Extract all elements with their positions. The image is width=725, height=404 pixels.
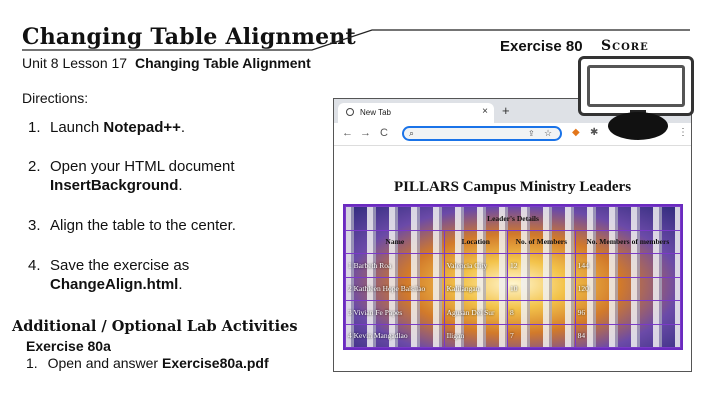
table-cell: 120 (574, 276, 681, 301)
step-number: 1. (28, 119, 41, 136)
step-end: . (180, 119, 186, 136)
exercise-80a-label: Exercise 80a (26, 338, 111, 354)
column-header: No. of Members (507, 229, 576, 254)
star-icon[interactable]: ☆ (544, 128, 552, 139)
step-4: 4. Save the exercise as ChangeAlign.html. (28, 256, 189, 294)
step-bold: Exercise80a.pdf (161, 355, 269, 371)
score-text: Score (601, 38, 649, 54)
step-2: 2. Open your HTML document InsertBackgrou… (28, 157, 235, 195)
back-icon[interactable]: ← (342, 127, 353, 139)
leaders-table-container: Leader's Details Name Location No. of Me… (343, 204, 683, 350)
new-tab-button[interactable]: + (502, 103, 510, 118)
table-cell: 2 Kathleen Hope Balsilao (345, 276, 445, 301)
step-text: Align the table to the center. (50, 217, 236, 234)
search-icon: ⌕ (409, 128, 415, 138)
exercise-80a-step: 1. Open and answer Exercise80a.pdf (26, 355, 269, 371)
close-tab-icon[interactable]: × (482, 106, 488, 117)
share-icon[interactable]: ⇪ (528, 129, 535, 138)
step-1: 1. Launch Notepad++. (28, 118, 185, 137)
column-header: Location (443, 229, 509, 254)
step-number: 3. (28, 217, 41, 234)
address-bar[interactable]: ⌕ ⇪ ☆ (402, 126, 562, 141)
table-row: 3 Vivian Fe Papes Agusan Del Sur 8 96 (345, 300, 681, 325)
puzzle-icon[interactable]: ✱ (590, 127, 598, 138)
lesson-name: Changing Table Alignment (134, 55, 311, 71)
leaders-table: Leader's Details Name Location No. of Me… (345, 206, 681, 348)
exercise-number: Exercise 80 (500, 38, 583, 55)
fox-extension-icon[interactable]: ◆ (572, 127, 580, 138)
column-header: Name (345, 229, 445, 254)
reload-icon[interactable]: C (380, 127, 388, 139)
menu-dots-icon[interactable]: ⋮ (678, 127, 688, 138)
step-bold: Notepad++ (103, 119, 181, 136)
table-row: 4 Kevin Mangadlao Iligan 7 84 (345, 323, 681, 348)
monitor-icon (578, 56, 694, 116)
lesson-unit: Unit 8 Lesson 17 (22, 55, 128, 71)
forward-icon[interactable]: → (360, 127, 371, 139)
monitor-screen (587, 65, 685, 107)
table-cell: 8 (507, 300, 576, 325)
table-cell: 84 (574, 323, 681, 348)
step-text: Launch (50, 119, 104, 136)
table-cell: 144 (574, 253, 681, 278)
step-text: Open and answer (47, 355, 162, 371)
table-row: 1 Barbeth Roa Valencia City 12 144 (345, 253, 681, 278)
table-header-row: Name Location No. of Members No. Members… (345, 229, 681, 254)
table-cell: 1 Barbeth Roa (345, 253, 445, 278)
tab-new-tab[interactable]: New Tab × (338, 103, 494, 123)
additional-activities-heading: Additional / Optional Lab Activities (12, 318, 298, 335)
step-number: 2. (28, 158, 41, 175)
step-text: Save the exercise as (50, 257, 190, 274)
globe-icon (346, 108, 354, 116)
table-cell: 3 Vivian Fe Papes (345, 300, 445, 325)
table-cell: Iligan (443, 323, 509, 348)
step-3: 3. Align the table to the center. (28, 216, 236, 235)
table-cell: Kalilangan (443, 276, 509, 301)
step-bold: InsertBackground (50, 177, 179, 194)
table-caption-row: Leader's Details (345, 206, 681, 231)
step-end: . (178, 177, 183, 194)
step-number: 4. (28, 257, 41, 274)
directions-label: Directions: (22, 90, 89, 106)
table-cell: 96 (574, 300, 681, 325)
table-cell: 12 (507, 253, 576, 278)
table-cell: 10 (507, 276, 576, 301)
table-cell: Agusan Del Sur (443, 300, 509, 325)
table-caption: Leader's Details (345, 206, 681, 231)
page-viewport: PILLARS Campus Ministry Leaders Leader's… (334, 146, 691, 371)
table-cell: 7 (507, 323, 576, 348)
table-row: 2 Kathleen Hope Balsilao Kalilangan 10 1… (345, 276, 681, 301)
page-heading: PILLARS Campus Ministry Leaders (393, 179, 632, 195)
table-cell: Valencia City (443, 253, 509, 278)
table-cell: 4 Kevin Mangadlao (345, 323, 445, 348)
step-end: . (178, 276, 183, 293)
monitor-stand (608, 112, 668, 140)
step-text: Open your HTML document (50, 158, 235, 175)
lesson-subtitle: Unit 8 Lesson 17 Changing Table Alignmen… (22, 55, 311, 71)
tab-label: New Tab (360, 108, 391, 117)
step-number: 1. (26, 355, 38, 371)
step-bold: ChangeAlign.html (50, 276, 179, 293)
score-label: Score (601, 38, 649, 54)
column-header: No. Members of members (574, 229, 681, 254)
